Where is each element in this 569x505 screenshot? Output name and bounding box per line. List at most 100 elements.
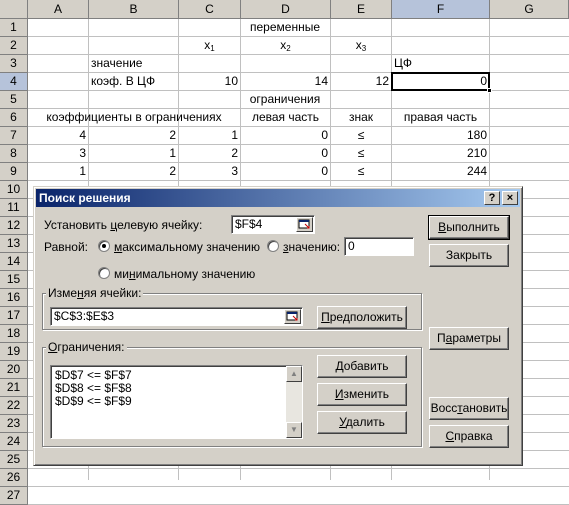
cell-f6[interactable]: правая часть [392,109,489,126]
cell-b8[interactable]: 1 [89,145,178,162]
cell-a8[interactable]: 3 [28,145,88,162]
close-button[interactable]: Закрыть [429,244,509,267]
row-header[interactable]: 17 [0,307,28,325]
column-header[interactable]: G [490,0,569,19]
help-title-button[interactable]: ? [484,191,500,205]
cell-c1-variables[interactable]: переменные [179,19,391,36]
cell-c4[interactable]: 10 [179,73,240,90]
row-header[interactable]: 19 [0,343,28,361]
row-header[interactable]: 26 [0,469,28,487]
column-header[interactable]: F [392,0,490,19]
cell-d7[interactable]: 0 [241,127,330,144]
row-header[interactable]: 27 [0,487,28,505]
target-cell-input[interactable]: $F$4 [231,215,315,234]
radio-max[interactable] [98,240,110,252]
cell-e9[interactable]: ≤ [331,163,391,180]
row-header[interactable]: 11 [0,199,28,217]
list-item[interactable]: $D$9 <= $F$9 [55,395,132,408]
constraints-list[interactable]: $D$7 <= $F$7 $D$8 <= $F$8 $D$9 <= $F$9 ▲… [50,365,303,439]
cell-b3[interactable]: значение [89,55,178,72]
reset-all-button[interactable]: Восстановить [429,397,509,420]
row-header[interactable]: 25 [0,451,28,469]
cell-d8[interactable]: 0 [241,145,330,162]
guess-button[interactable]: Предположить [317,306,407,329]
cell-e2[interactable]: x3 [331,37,391,54]
options-button[interactable]: Параметры [429,327,509,350]
cell-b4[interactable]: коэф. В ЦФ [89,73,178,90]
scroll-down-icon[interactable]: ▼ [286,422,302,438]
fill-handle[interactable] [487,88,492,93]
row-header[interactable]: 20 [0,361,28,379]
dialog-titlebar[interactable]: Поиск решения ? × [36,189,520,207]
select-all-corner[interactable] [0,0,28,19]
value-input[interactable]: 0 [344,237,414,256]
row-header[interactable]: 18 [0,325,28,343]
row-header[interactable]: 12 [0,217,28,235]
cell-d9[interactable]: 0 [241,163,330,180]
cell-c2[interactable]: x1 [179,37,240,54]
constraints-scrollbar[interactable]: ▲ ▼ [286,366,302,438]
column-header[interactable]: D [241,0,331,19]
help-button[interactable]: Справка [429,425,509,448]
radio-value[interactable] [267,240,279,252]
radio-min[interactable] [98,267,110,279]
collapse-dialog-icon[interactable] [284,309,301,324]
cell-c9[interactable]: 3 [179,163,240,180]
dialog-title: Поиск решения [39,191,131,205]
cell-c5-constraints[interactable]: ограничения [179,91,391,108]
radio-min-label[interactable]: минимальному значению [114,266,255,282]
cell-d2[interactable]: x2 [241,37,330,54]
row-header[interactable]: 8 [0,145,28,163]
column-header[interactable]: A [28,0,89,19]
row-header[interactable]: 3 [0,55,28,73]
row-header[interactable]: 16 [0,289,28,307]
row-header[interactable]: 1 [0,19,28,37]
cell-subscript: 3 [361,44,367,53]
cell-a7[interactable]: 4 [28,127,88,144]
cell-e6[interactable]: знак [331,109,391,126]
cell-f3[interactable]: ЦФ [392,55,489,72]
row-header[interactable]: 4 [0,73,28,91]
row-header[interactable]: 10 [0,181,28,199]
active-cell-selection[interactable] [391,72,490,91]
radio-value-label[interactable]: значению: [283,239,340,255]
cell-a6-coefficients[interactable]: коэффициенты в ограничениях [28,109,240,126]
add-button[interactable]: Добавить [317,355,407,378]
cell-b7[interactable]: 2 [89,127,178,144]
column-header[interactable]: E [331,0,392,19]
cell-d6[interactable]: левая часть [241,109,330,126]
row-header[interactable]: 24 [0,433,28,451]
cell-c7[interactable]: 1 [179,127,240,144]
cell-e4[interactable]: 12 [331,73,391,90]
close-title-button[interactable]: × [502,191,518,205]
cell-c8[interactable]: 2 [179,145,240,162]
row-header[interactable]: 15 [0,271,28,289]
column-header[interactable]: C [179,0,241,19]
row-header[interactable]: 21 [0,379,28,397]
cell-d4[interactable]: 14 [241,73,330,90]
row-header[interactable]: 23 [0,415,28,433]
delete-button[interactable]: Удалить [317,411,407,434]
cell-e7[interactable]: ≤ [331,127,391,144]
cell-f9[interactable]: 244 [392,163,489,180]
row-header[interactable]: 2 [0,37,28,55]
row-header[interactable]: 22 [0,397,28,415]
row-header[interactable]: 5 [0,91,28,109]
cell-b9[interactable]: 2 [89,163,178,180]
cell-f8[interactable]: 210 [392,145,489,162]
row-header[interactable]: 6 [0,109,28,127]
cell-f7[interactable]: 180 [392,127,489,144]
scroll-up-icon[interactable]: ▲ [286,366,302,382]
row-header[interactable]: 9 [0,163,28,181]
row-header[interactable]: 7 [0,127,28,145]
cell-e8[interactable]: ≤ [331,145,391,162]
change-button[interactable]: Изменить [317,383,407,406]
column-header[interactable]: B [89,0,179,19]
row-header[interactable]: 13 [0,235,28,253]
changing-cells-input[interactable]: $C$3:$E$3 [50,307,303,326]
collapse-dialog-icon[interactable] [296,217,313,232]
radio-max-label[interactable]: максимальному значению [114,239,260,255]
cell-a9[interactable]: 1 [28,163,88,180]
solve-button[interactable]: Выполнить [428,215,510,240]
row-header[interactable]: 14 [0,253,28,271]
